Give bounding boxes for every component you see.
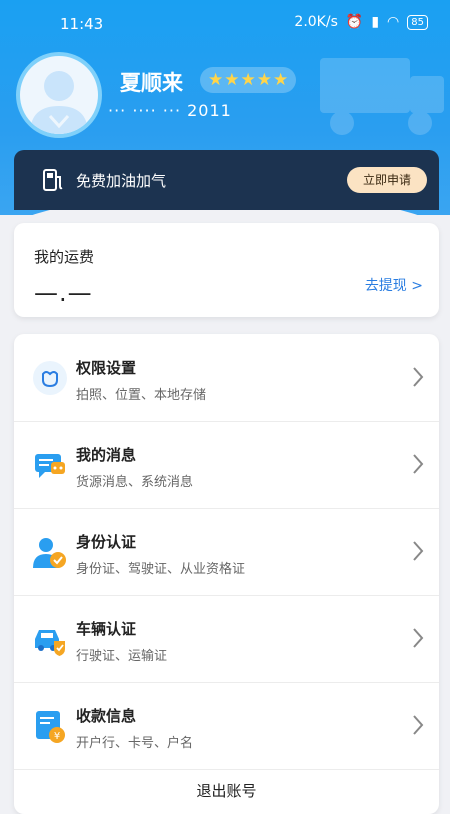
status-indicators: 2.0K/s ⏰ ▮ ◠ 85 — [294, 14, 428, 30]
user-name: 夏顺来 — [120, 71, 183, 95]
user-phone: ··· ···· ··· 2011 — [108, 101, 232, 120]
signal-icon: ▮ — [371, 14, 380, 30]
apply-now-button[interactable]: 立即申请 — [347, 167, 427, 193]
truck-decoration-icon — [320, 58, 444, 135]
freight-fee-card: 我的运费 —.— 去提现 > — [14, 223, 439, 317]
star-icon: ★ — [208, 70, 224, 90]
freight-fee-title: 我的运费 — [34, 248, 95, 266]
menu-title: 收款信息 — [76, 707, 137, 725]
avatar-placeholder-icon — [30, 71, 88, 134]
rating-stars: ★ ★ ★ ★ ★ — [200, 67, 297, 93]
fuel-pump-icon — [43, 169, 63, 191]
menu-title: 我的消息 — [76, 446, 137, 464]
vehicle-icon — [35, 630, 65, 656]
chevron-right-icon — [413, 541, 424, 561]
logout-button[interactable]: 退出账号 — [14, 780, 439, 801]
message-icon — [35, 454, 65, 478]
menu-subtitle: 行驶证、运输证 — [76, 649, 168, 664]
star-icon: ★ — [256, 70, 272, 90]
menu-subtitle: 开户行、卡号、户名 — [76, 736, 194, 751]
fuel-promo-label: 免费加油加气 — [76, 172, 167, 190]
menu-subtitle: 身份证、驾驶证、从业资格证 — [76, 562, 246, 577]
star-icon: ★ — [240, 70, 256, 90]
star-icon: ★ — [224, 70, 240, 90]
freight-fee-value: —.— — [34, 279, 93, 307]
settings-menu: 权限设置 拍照、位置、本地存储 我的消息 货源消息、系统消息 身份认证 身份证、… — [14, 334, 439, 814]
menu-subtitle: 拍照、位置、本地存储 — [76, 388, 207, 403]
chevron-right-icon — [413, 367, 424, 387]
battery-indicator: 85 — [407, 14, 428, 30]
wifi-icon: ◠ — [387, 14, 400, 30]
menu-title: 权限设置 — [76, 359, 137, 377]
menu-item-payment[interactable]: ¥ 收款信息 开户行、卡号、户名 — [14, 682, 439, 770]
star-icon: ★ — [273, 70, 289, 90]
menu-subtitle: 货源消息、系统消息 — [76, 475, 194, 490]
menu-title: 车辆认证 — [76, 620, 137, 638]
fuel-promo-card[interactable]: 免费加油加气 立即申请 — [14, 150, 439, 210]
menu-item-messages[interactable]: 我的消息 货源消息、系统消息 — [14, 421, 439, 509]
permission-icon — [33, 361, 67, 395]
network-speed: 2.0K/s — [294, 14, 338, 30]
withdraw-link[interactable]: 去提现 > — [365, 275, 423, 295]
alarm-icon: ⏰ — [345, 14, 364, 30]
menu-title: 身份认证 — [76, 533, 137, 551]
status-bar: 11:43 2.0K/s ⏰ ▮ ◠ 85 — [0, 0, 450, 38]
svg-text:¥: ¥ — [54, 731, 60, 742]
chevron-right-icon — [413, 715, 424, 735]
menu-item-vehicle[interactable]: 车辆认证 行驶证、运输证 — [14, 595, 439, 683]
chevron-right-icon — [413, 454, 424, 474]
status-time: 11:43 — [60, 15, 104, 33]
identity-icon — [33, 538, 66, 568]
avatar[interactable] — [16, 52, 102, 138]
menu-item-identity[interactable]: 身份认证 身份证、驾驶证、从业资格证 — [14, 508, 439, 596]
payment-icon: ¥ — [36, 711, 65, 743]
menu-item-permissions[interactable]: 权限设置 拍照、位置、本地存储 — [14, 334, 439, 422]
chevron-right-icon — [413, 628, 424, 648]
